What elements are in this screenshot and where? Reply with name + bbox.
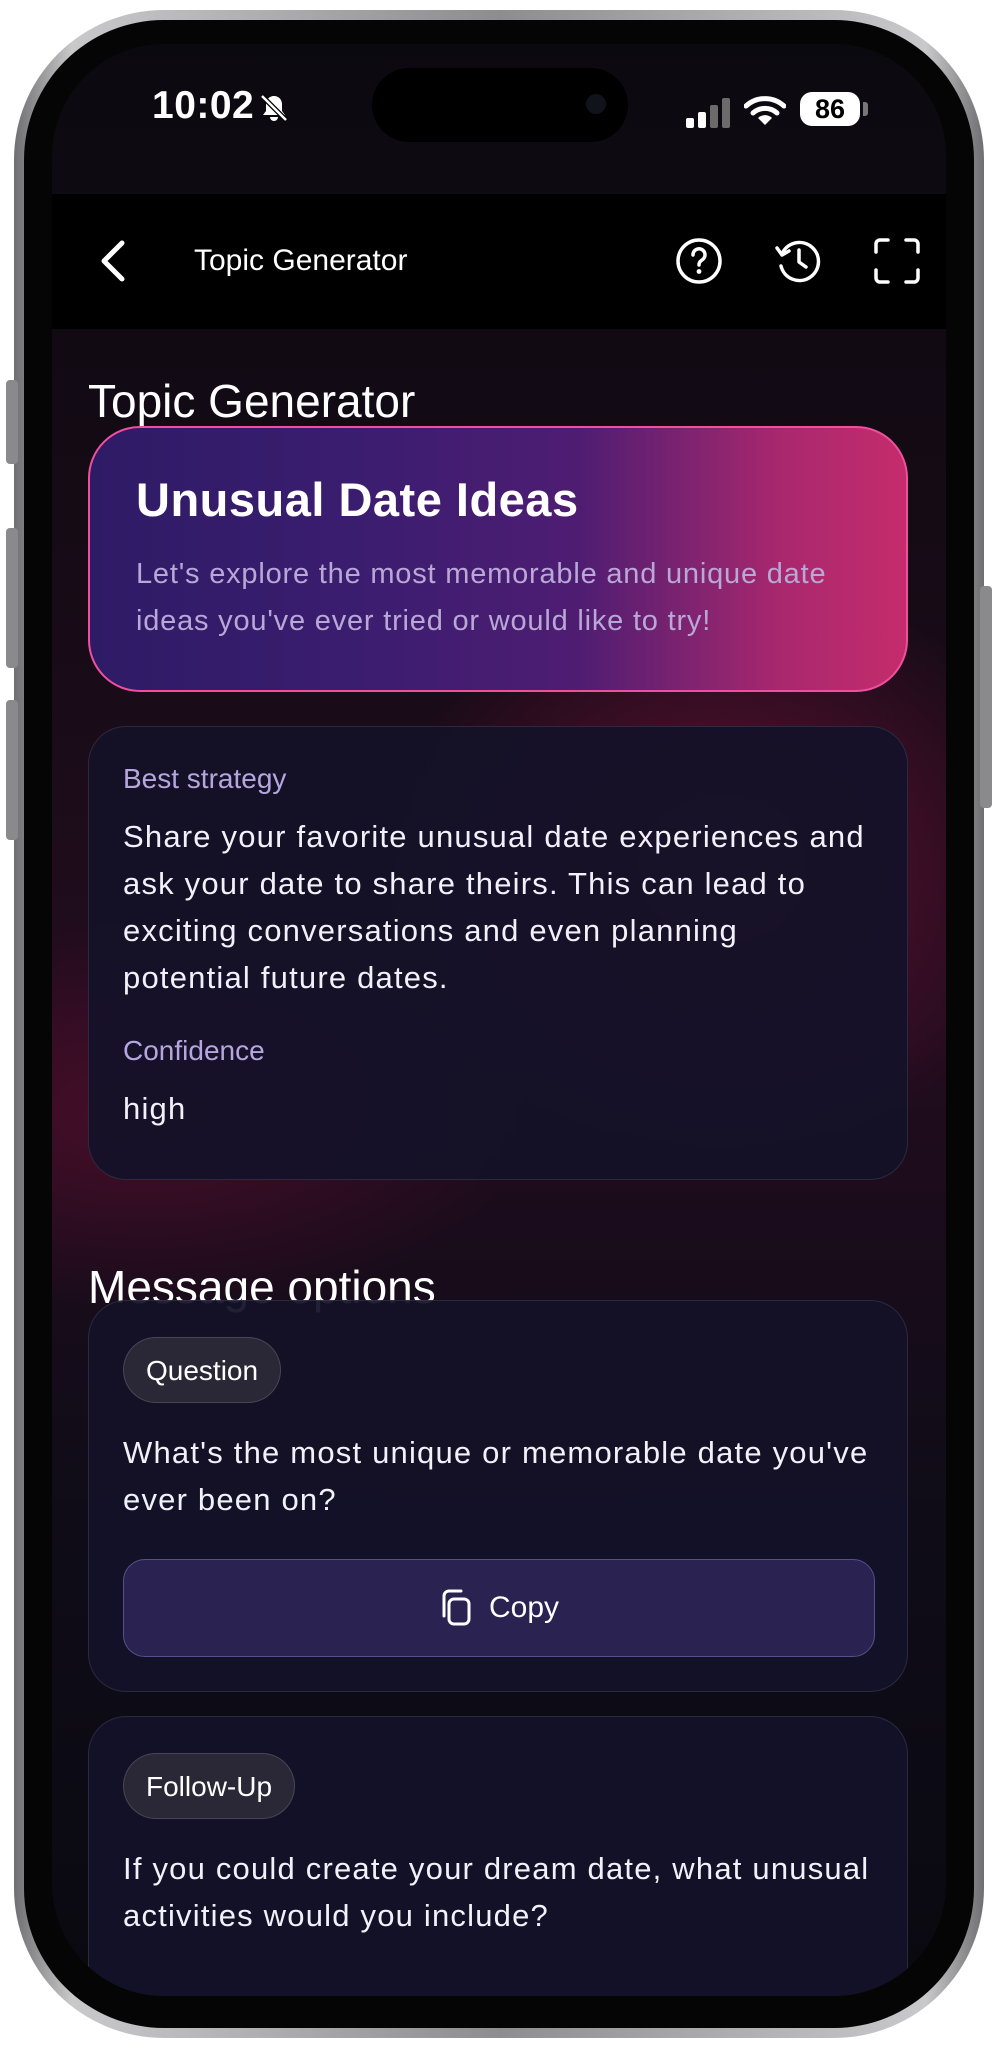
strategy-text: Share your favorite unusual date experie… — [123, 819, 865, 995]
bell-off-icon — [260, 94, 288, 122]
nav-bar: Topic Generator — [52, 194, 946, 329]
message-type-tag: Question — [123, 1337, 282, 1403]
strategy-card: Best strategy Share your favorite unusua… — [88, 726, 908, 1180]
message-text: If you could create your dream date, wha… — [123, 1851, 870, 1933]
fullscreen-icon — [874, 238, 920, 284]
power-button — [980, 586, 992, 808]
history-button[interactable] — [770, 232, 828, 290]
topic-subtitle: Let's explore the most memorable and uni… — [136, 558, 827, 637]
copy-button[interactable]: Copy — [123, 1559, 875, 1657]
front-camera — [586, 94, 606, 114]
message-text: What's the most unique or memorable date… — [123, 1435, 869, 1517]
wifi-icon — [744, 96, 786, 125]
cellular-signal-icon — [686, 98, 730, 128]
volume-up-button — [6, 528, 18, 668]
confidence-value: high — [123, 1091, 187, 1126]
topic-hero-card: Unusual Date Ideas Let's explore the mos… — [88, 426, 908, 692]
status-bar: 10:02 86 — [52, 44, 946, 194]
history-icon — [775, 240, 821, 283]
back-button[interactable] — [82, 230, 144, 292]
fullscreen-button[interactable] — [868, 232, 926, 290]
help-icon — [676, 238, 722, 284]
copy-icon — [442, 1589, 471, 1626]
nav-title: Topic Generator — [194, 244, 408, 277]
status-time: 10:02 — [152, 84, 255, 127]
confidence-label: Confidence — [123, 1035, 265, 1066]
action-button — [6, 380, 18, 464]
help-button[interactable] — [670, 232, 728, 290]
back-chevron-icon — [101, 240, 125, 282]
dynamic-island — [372, 68, 628, 142]
topic-title: Unusual Date Ideas — [136, 473, 579, 526]
battery-icon: 86 — [800, 92, 860, 126]
message-type-tag: Follow-Up — [123, 1753, 296, 1819]
phone-screen: 10:02 86 Topic Generator Topic Generator… — [52, 44, 946, 1996]
strategy-label: Best strategy — [123, 763, 287, 794]
battery-tip — [863, 102, 868, 116]
page-title: Topic Generator — [88, 375, 416, 427]
message-option-card: Question What's the most unique or memor… — [88, 1300, 908, 1692]
message-option-card: Follow-Up If you could create your dream… — [88, 1716, 908, 1996]
copy-label: Copy — [488, 1591, 560, 1624]
volume-down-button — [6, 700, 18, 840]
